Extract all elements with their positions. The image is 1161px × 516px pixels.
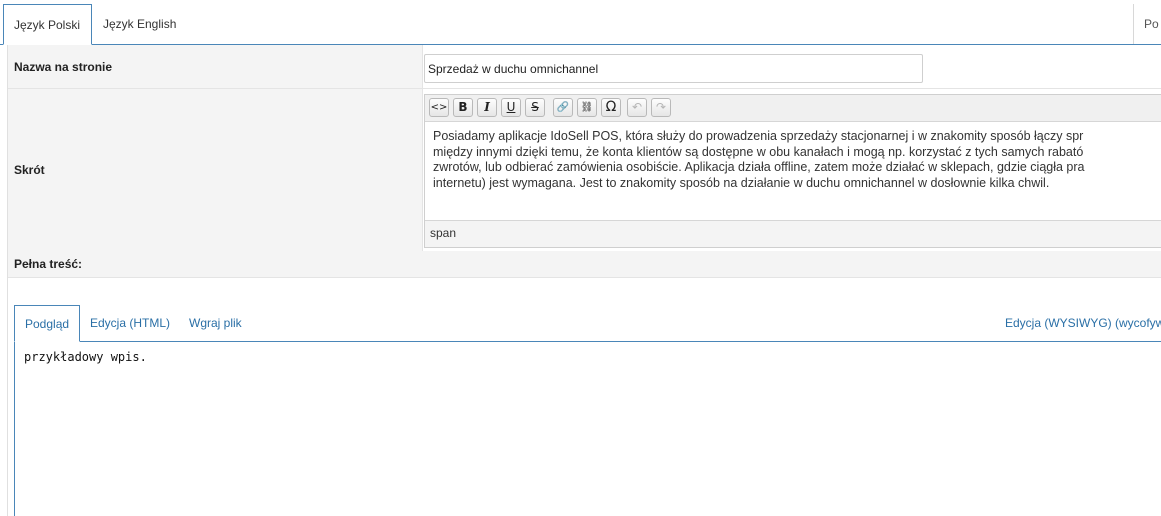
tab-preview[interactable]: Podgląd: [14, 305, 80, 342]
short-editor: <> B I U S 🔗 ⛓ Ω ↶ ↷ Posiadamy aplikacje…: [424, 94, 1161, 248]
tab-right-truncated[interactable]: Po: [1133, 4, 1161, 44]
code-icon[interactable]: <>: [429, 98, 449, 117]
editor-line: internetu) jest wymagana. Jest to znakom…: [433, 175, 1050, 190]
tab-language-english[interactable]: Język English: [93, 4, 188, 44]
name-label: Nazwa na stronie: [8, 45, 423, 88]
tab-upload-file[interactable]: Wgraj plik: [179, 305, 252, 341]
bold-icon[interactable]: B: [453, 98, 473, 117]
editor-statusbar: span: [425, 220, 1161, 247]
editor-line: między innymi dzięki temu, że konta klie…: [433, 144, 1084, 159]
product-form: Nazwa na stronie Skrót <> B I U S 🔗 ⛓ Ω …: [7, 45, 1161, 516]
strikethrough-icon[interactable]: S: [525, 98, 545, 117]
editor-line: Posiadamy aplikacje IdoSell POS, która s…: [433, 129, 1084, 143]
language-tabs: Język Polski Język English Po: [0, 0, 1161, 45]
preview-text: przykładowy wpis.: [24, 350, 147, 364]
name-value-cell: [424, 45, 1161, 88]
preview-pane: przykładowy wpis.: [14, 342, 1161, 516]
full-content-label: Pełna treść:: [8, 251, 1161, 278]
name-row: Nazwa na stronie: [8, 45, 1161, 89]
tab-html-edit[interactable]: Edycja (HTML): [80, 305, 180, 341]
short-value-cell: <> B I U S 🔗 ⛓ Ω ↶ ↷ Posiadamy aplikacje…: [424, 89, 1161, 251]
short-label: Skrót: [8, 89, 423, 251]
special-char-icon[interactable]: Ω: [601, 98, 621, 117]
redo-icon[interactable]: ↷: [651, 98, 671, 117]
name-input[interactable]: [424, 54, 923, 83]
underline-icon[interactable]: U: [501, 98, 521, 117]
tab-wysiwyg-edit[interactable]: Edycja (WYSIWYG) (wycofyw: [995, 305, 1161, 341]
editor-line: zwrotów, lub odbierać zamówienia osobiśc…: [433, 160, 1085, 174]
italic-icon[interactable]: I: [477, 98, 497, 117]
unlink-icon[interactable]: ⛓: [577, 98, 597, 117]
editor-content[interactable]: Posiadamy aplikacje IdoSell POS, która s…: [433, 129, 1161, 191]
short-row: Skrót <> B I U S 🔗 ⛓ Ω ↶ ↷ Posiadamy apl…: [8, 89, 1161, 252]
tab-language-polish[interactable]: Język Polski: [3, 4, 92, 45]
editor-toolbar: <> B I U S 🔗 ⛓ Ω ↶ ↷: [425, 95, 1161, 122]
link-icon[interactable]: 🔗: [553, 98, 573, 117]
undo-icon[interactable]: ↶: [627, 98, 647, 117]
